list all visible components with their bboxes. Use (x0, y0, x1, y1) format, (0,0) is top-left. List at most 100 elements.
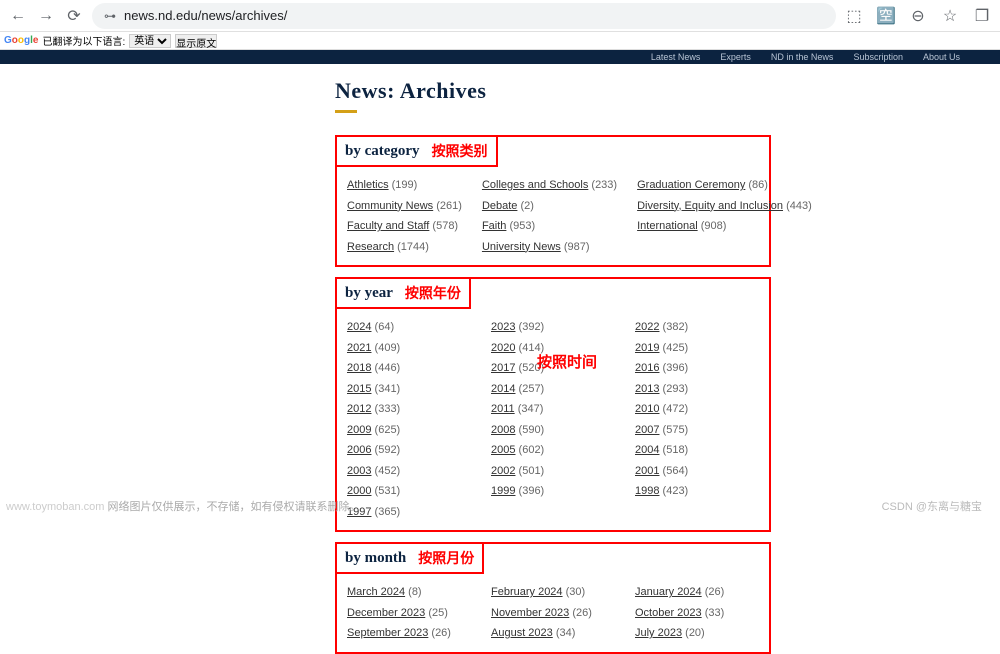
archive-link[interactable]: 2016 (635, 362, 659, 374)
count: (501) (515, 465, 544, 477)
list-item: 2013 (293) (635, 381, 759, 398)
archive-link[interactable]: 2018 (347, 362, 371, 374)
page-title: News: Archives (335, 78, 1000, 104)
archive-link[interactable]: 1998 (635, 485, 659, 497)
page-content: News: Archives by category 按照类别 Athletic… (0, 64, 1000, 654)
archive-link[interactable]: 2008 (491, 424, 515, 436)
archive-link[interactable]: 2022 (635, 321, 659, 333)
count: (564) (659, 465, 688, 477)
archive-link[interactable]: 2013 (635, 383, 659, 395)
forward-button[interactable]: → (36, 6, 56, 26)
list-item: University News (987) (482, 239, 617, 256)
archive-link[interactable]: 2023 (491, 321, 515, 333)
list-item: 2022 (382) (635, 319, 759, 336)
list-item: 2011 (347) (491, 401, 615, 418)
archive-link[interactable]: November 2023 (491, 607, 569, 619)
archive-link[interactable]: Diversity, Equity and Inclusion (637, 200, 783, 212)
archive-link[interactable]: October 2023 (635, 607, 702, 619)
archive-link[interactable]: Research (347, 241, 394, 253)
list-item: 2007 (575) (635, 422, 759, 439)
count: (396) (515, 485, 544, 497)
archive-link[interactable]: 2001 (635, 465, 659, 477)
archive-link[interactable]: 2011 (491, 403, 515, 415)
language-select[interactable]: 英语 (129, 34, 171, 48)
zoom-icon[interactable]: ⊖ (908, 6, 928, 26)
archive-link[interactable]: 2000 (347, 485, 371, 497)
category-annotation: 按照类别 (432, 141, 488, 161)
count: (86) (745, 179, 768, 191)
archive-link[interactable]: 2019 (635, 342, 659, 354)
archive-link[interactable]: January 2024 (635, 586, 702, 598)
archive-link[interactable]: 2020 (491, 342, 515, 354)
nav-link[interactable]: Experts (720, 52, 751, 62)
count: (423) (659, 485, 688, 497)
archive-link[interactable]: International (637, 220, 698, 232)
archive-link[interactable]: University News (482, 241, 561, 253)
category-section: by category 按照类别 Athletics (199)Colleges… (335, 135, 771, 267)
archive-link[interactable]: December 2023 (347, 607, 425, 619)
count: (233) (588, 179, 617, 191)
archive-link[interactable]: 1999 (491, 485, 515, 497)
archive-link[interactable]: February 2024 (491, 586, 563, 598)
nav-link[interactable]: About Us (923, 52, 960, 62)
bookmark-icon[interactable]: ☆ (940, 6, 960, 26)
month-header: by month 按照月份 (337, 544, 484, 574)
list-item: Community News (261) (347, 198, 462, 215)
archive-link[interactable]: March 2024 (347, 586, 405, 598)
list-item (637, 239, 812, 256)
nav-link[interactable]: ND in the News (771, 52, 834, 62)
archive-link[interactable]: 2006 (347, 444, 371, 456)
list-item: September 2023 (26) (347, 625, 471, 642)
count: (20) (682, 627, 705, 639)
archive-link[interactable]: 2004 (635, 444, 659, 456)
archive-link[interactable]: 2021 (347, 342, 371, 354)
list-item: October 2023 (33) (635, 605, 759, 622)
address-bar[interactable]: ⊶ news.nd.edu/news/archives/ (92, 3, 836, 29)
archive-link[interactable]: 2010 (635, 403, 659, 415)
archive-link[interactable]: Faculty and Staff (347, 220, 429, 232)
count: (30) (563, 586, 586, 598)
archive-link[interactable]: Community News (347, 200, 433, 212)
archive-link[interactable]: Debate (482, 200, 517, 212)
archive-link[interactable]: 2024 (347, 321, 371, 333)
install-icon[interactable]: ⬚ (844, 6, 864, 26)
archive-link[interactable]: 2002 (491, 465, 515, 477)
list-item: 2002 (501) (491, 463, 615, 480)
reload-button[interactable]: ⟳ (64, 6, 84, 26)
count: (333) (371, 403, 400, 415)
archive-link[interactable]: 2012 (347, 403, 371, 415)
archive-link[interactable]: August 2023 (491, 627, 553, 639)
archive-link[interactable]: Colleges and Schools (482, 179, 588, 191)
archive-link[interactable]: 2017 (491, 362, 515, 374)
count: (392) (515, 321, 544, 333)
count: (293) (659, 383, 688, 395)
list-item: 2024 (64) (347, 319, 471, 336)
nav-link[interactable]: Subscription (853, 52, 903, 62)
count: (987) (561, 241, 590, 253)
archive-link[interactable]: 2003 (347, 465, 371, 477)
translate-icon[interactable]: 🈳 (876, 6, 896, 26)
archive-link[interactable]: July 2023 (635, 627, 682, 639)
archive-link[interactable]: Faith (482, 220, 506, 232)
month-annotation: 按照月份 (418, 548, 474, 568)
site-info-icon[interactable]: ⊶ (104, 9, 116, 23)
category-grid: Athletics (199)Colleges and Schools (233… (347, 177, 759, 255)
archive-link[interactable]: 2009 (347, 424, 371, 436)
list-item: August 2023 (34) (491, 625, 615, 642)
category-header: by category 按照类别 (337, 137, 498, 167)
watermark-right: CSDN @东离与糖宝 (882, 498, 982, 514)
archive-link[interactable]: 2015 (347, 383, 371, 395)
archive-link[interactable]: Graduation Ceremony (637, 179, 745, 191)
archive-link[interactable]: 2007 (635, 424, 659, 436)
list-item: 2000 (531) (347, 483, 471, 500)
back-button[interactable]: ← (8, 6, 28, 26)
archive-link[interactable]: Athletics (347, 179, 389, 191)
show-original-button[interactable]: 显示原文 (175, 34, 217, 48)
archive-link[interactable]: 2005 (491, 444, 515, 456)
extensions-icon[interactable]: ❐ (972, 6, 992, 26)
archive-link[interactable]: 2014 (491, 383, 515, 395)
count: (2) (517, 200, 534, 212)
translate-prompt: 已翻译为以下语言: (42, 33, 125, 48)
archive-link[interactable]: September 2023 (347, 627, 428, 639)
nav-link[interactable]: Latest News (651, 52, 701, 62)
